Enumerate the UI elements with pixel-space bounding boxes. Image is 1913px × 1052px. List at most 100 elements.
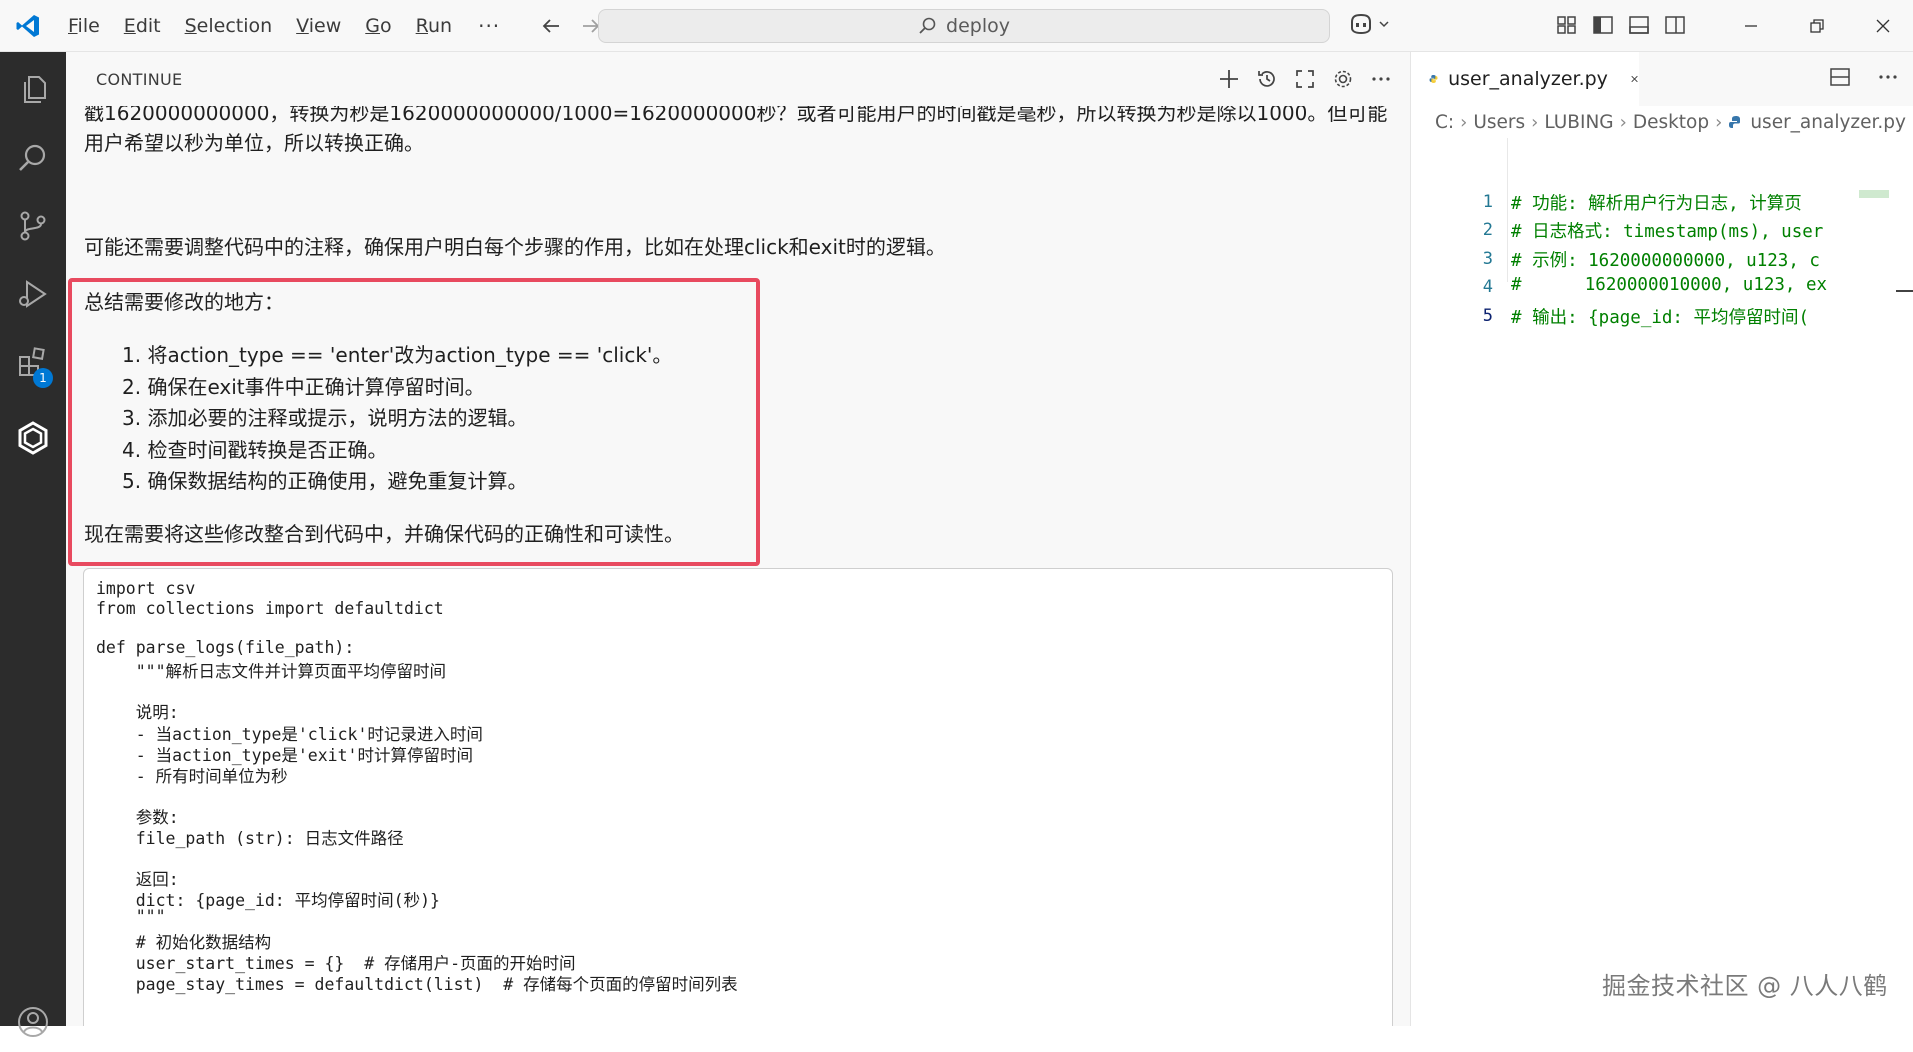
continue-icon[interactable]: [0, 408, 66, 468]
line-number: 2: [1482, 220, 1493, 240]
code-line: - 所有时间单位为秒: [96, 767, 288, 786]
search-icon[interactable]: [0, 128, 66, 188]
chat-paragraph: 可能还需要调整代码中的注释，确保用户明白每个步骤的作用，比如在处理click和e…: [84, 235, 946, 259]
close-window-button[interactable]: [1850, 0, 1913, 52]
close-icon[interactable]: [1630, 71, 1639, 87]
gear-icon: [1334, 70, 1352, 88]
code-line: # 日志格式: timestamp(ms), user: [1511, 222, 1824, 242]
expand-icon: [1296, 70, 1314, 88]
line-number: 5: [1482, 306, 1493, 326]
plus-icon: [1220, 70, 1238, 88]
continue-panel: CONTINUE 戳1620000000000，转换为秒是16200000000…: [66, 52, 1410, 1026]
history-button[interactable]: [1254, 66, 1280, 92]
list-item: 3. 添加必要的注释或提示，说明方法的逻辑。: [122, 406, 528, 430]
code-line: # 1620000010000, u123, ex: [1511, 275, 1828, 295]
breadcrumb-item[interactable]: C:: [1435, 112, 1454, 133]
scrollbar-marker: [1896, 290, 1913, 292]
ellipsis-icon[interactable]: [1877, 66, 1899, 88]
list-item: 1. 将action_type == 'enter'改为action_type …: [122, 343, 673, 367]
code-line: # 功能: 解析用户行为日志, 计算页: [1511, 194, 1802, 214]
activity-bar: 1: [0, 52, 66, 1037]
minimap[interactable]: [1859, 188, 1887, 338]
python-file-icon: [1729, 115, 1741, 128]
list-item: 4. 检查时间戳转换是否正确。: [122, 437, 388, 462]
code-line: import csv: [96, 579, 196, 598]
menu-view[interactable]: View: [284, 0, 353, 52]
list-item: 5. 确保数据结构的正确使用，避免重复计算。: [122, 469, 528, 493]
split-editor-icon[interactable]: [1829, 66, 1851, 88]
line-number: 4: [1482, 277, 1493, 297]
code-line: # 输出: {page_id: 平均停留时间(: [1511, 308, 1810, 328]
settings-button[interactable]: [1330, 66, 1356, 92]
code-line: """解析日志文件并计算页面平均停留时间: [96, 662, 447, 681]
chevron-right-icon: ›: [1531, 112, 1539, 133]
new-session-button[interactable]: [1216, 66, 1242, 92]
breadcrumb-item[interactable]: Desktop: [1633, 112, 1709, 133]
close-icon: [1876, 19, 1890, 33]
minimize-icon: [1745, 25, 1757, 27]
list-item: 2. 确保在exit事件中正确计算停留时间。: [122, 374, 485, 399]
code-line: page_stay_times = defaultdict(list) # 存储…: [96, 975, 738, 994]
python-file-icon: [1429, 75, 1438, 83]
minimap-preview: [1859, 190, 1889, 198]
line-number: 1: [1482, 192, 1493, 212]
explorer-icon[interactable]: [0, 60, 66, 120]
code-line: 说明:: [96, 703, 179, 722]
back-arrow-icon[interactable]: [538, 13, 564, 39]
chat-paragraph: 戳1620000000000，转换为秒是1620000000000/1000=1…: [84, 106, 1388, 155]
code-line: def parse_logs(file_path):: [96, 638, 355, 657]
copilot-icon: [1351, 13, 1371, 35]
run-debug-icon[interactable]: [0, 264, 66, 324]
toggle-primary-sidebar-icon[interactable]: [1592, 14, 1614, 36]
watermark: 掘金技术社区 @ 八人八鹤: [1602, 972, 1888, 1000]
toggle-secondary-sidebar-icon[interactable]: [1664, 14, 1686, 36]
customize-layout-icon[interactable]: [1556, 14, 1578, 36]
chevron-right-icon: ›: [1460, 112, 1468, 133]
copilot-button[interactable]: [1348, 12, 1390, 36]
vscode-logo-icon: [0, 0, 56, 52]
panel-header: CONTINUE: [66, 52, 1410, 106]
extensions-icon[interactable]: 1: [0, 332, 66, 392]
editor-group: user_analyzer.py C: › Users › LUBING › D…: [1411, 52, 1913, 1026]
tab-user-analyzer[interactable]: user_analyzer.py: [1411, 52, 1639, 106]
code-line: """: [96, 907, 166, 926]
menu-bar: File Edit Selection View Go Run ···: [56, 0, 514, 52]
account-icon[interactable]: [0, 992, 66, 1052]
code-line: file_path (str): 日志文件路径: [96, 829, 404, 848]
restore-button[interactable]: [1784, 0, 1850, 52]
code-line: # 示例: 1620000000000, u123, c: [1511, 251, 1820, 271]
breadcrumb: C: › Users › LUBING › Desktop › user_ana…: [1435, 112, 1906, 133]
code-block[interactable]: import csv from collections import defau…: [83, 568, 1393, 1026]
extensions-badge: 1: [33, 368, 53, 388]
code-line: from collections import defaultdict: [96, 599, 444, 618]
summary-title: 总结需要修改的地方：: [84, 290, 284, 314]
chat-content: 戳1620000000000，转换为秒是1620000000000/1000=1…: [66, 106, 1410, 1026]
tab-label: user_analyzer.py: [1448, 68, 1608, 90]
more-actions-button[interactable]: [1368, 66, 1394, 92]
summary-list: 1. 将action_type == 'enter'改为action_type …: [122, 340, 672, 498]
chevron-right-icon: ›: [1619, 112, 1627, 133]
toggle-panel-icon[interactable]: [1628, 14, 1650, 36]
menu-file[interactable]: File: [56, 0, 112, 52]
ellipsis-icon: [1372, 77, 1390, 81]
breadcrumb-item[interactable]: LUBING: [1544, 112, 1613, 133]
breadcrumb-item[interactable]: user_analyzer.py: [1750, 112, 1906, 133]
command-center-text: deploy: [946, 15, 1010, 37]
summary-footer: 现在需要将这些修改整合到代码中，并确保代码的正确性和可读性。: [84, 522, 684, 546]
menu-run[interactable]: Run: [404, 0, 464, 52]
menu-edit[interactable]: Edit: [112, 0, 173, 52]
breadcrumb-item[interactable]: Users: [1473, 112, 1525, 133]
fullscreen-button[interactable]: [1292, 66, 1318, 92]
source-control-icon[interactable]: [0, 196, 66, 256]
search-icon: [919, 17, 936, 34]
editor-tabs: user_analyzer.py: [1411, 52, 1913, 106]
code-editor[interactable]: 1 # 功能: 解析用户行为日志, 计算页 2 # 日志格式: timestam…: [1411, 138, 1913, 1018]
history-icon: [1258, 71, 1275, 87]
panel-title: CONTINUE: [96, 70, 183, 89]
minimize-button[interactable]: [1718, 0, 1784, 52]
command-center-search[interactable]: deploy: [598, 9, 1330, 43]
line-number: 3: [1482, 249, 1493, 269]
menu-selection[interactable]: Selection: [173, 0, 285, 52]
menu-more-button[interactable]: ···: [464, 14, 514, 38]
menu-go[interactable]: Go: [353, 0, 403, 52]
